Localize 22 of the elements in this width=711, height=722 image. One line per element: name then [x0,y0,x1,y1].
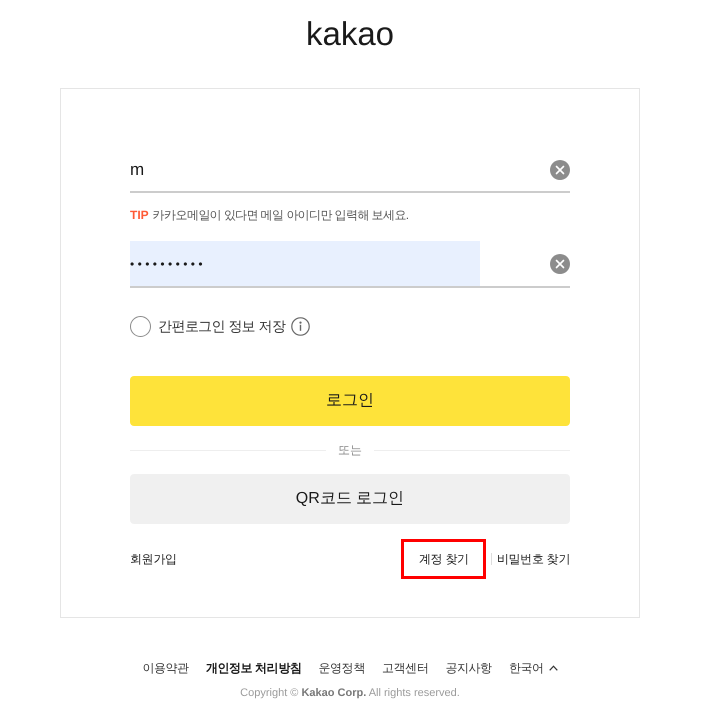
language-button[interactable]: 한국어 [508,659,558,677]
divider-label: 또는 [337,442,363,459]
footer-link[interactable]: 운영정책 [318,659,365,677]
clear-icon[interactable] [550,254,570,274]
checkbox[interactable] [130,316,151,336]
footer-link[interactable]: 개인정보 처리방침 [206,659,302,677]
footer-link[interactable]: 고객센터 [382,659,428,677]
footer-link[interactable]: 공지사항 [445,659,492,677]
clear-icon[interactable] [550,160,570,180]
tip-text: TIP 카카오메일이 있다면 메일 아이디만 입력해 보세요. [130,207,410,224]
kakao-logo: kakao [306,14,394,54]
id-field[interactable]: m [130,149,570,193]
find-account-link[interactable]: 계정 찾기 [400,539,486,579]
copyright-text: Copyright © Kakao Corp. All rights reserved. [240,686,460,701]
checkbox-label[interactable]: 간편로그인 정보 저장 [158,316,286,336]
footer-link[interactable]: 이용약관 [142,659,189,677]
signup-link[interactable]: 회원가입 [130,550,177,568]
info-icon[interactable] [291,316,310,336]
find-password-link[interactable]: 비밀번호 찾기 [496,549,570,569]
login-button[interactable]: 로그인 [130,376,570,426]
caret-icon [548,665,558,671]
qr-login-button[interactable]: QR코드 로그인 [130,474,570,524]
